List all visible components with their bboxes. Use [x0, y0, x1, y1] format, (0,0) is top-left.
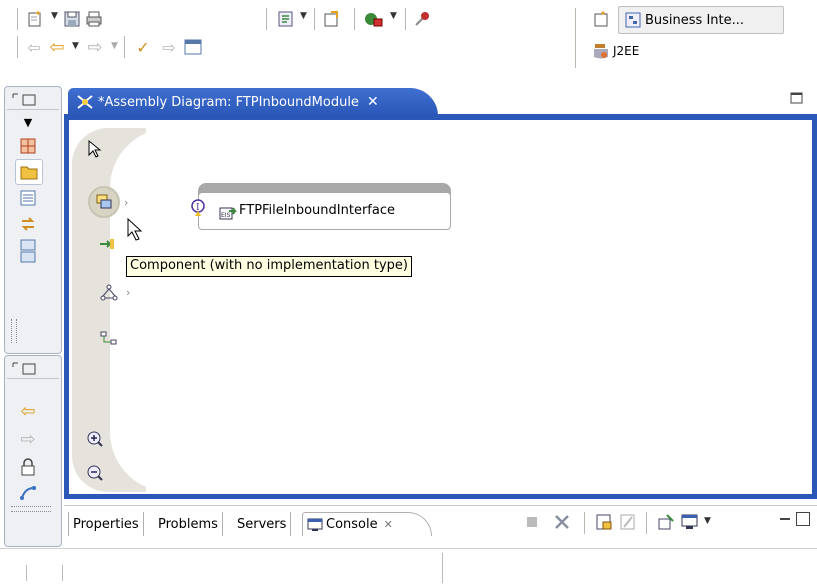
business-integration-perspective-icon	[625, 12, 641, 28]
export-icon[interactable]	[322, 8, 342, 30]
back-arrow-icon[interactable]: ⇦	[46, 36, 68, 58]
selection-tool-icon[interactable]	[82, 136, 108, 162]
toolbar-separator	[354, 8, 355, 30]
toolbar-separator	[314, 8, 315, 30]
status-separator	[26, 565, 27, 581]
resize-handle[interactable]	[11, 506, 51, 512]
last-edit-icon[interactable]: ✓	[132, 36, 154, 58]
chevron-down-icon[interactable]: ▼	[390, 11, 397, 21]
close-icon[interactable]: ✕	[367, 94, 379, 110]
chevron-right-icon[interactable]: ›	[126, 286, 130, 299]
assembly-diagram-icon	[76, 94, 94, 110]
tab-console[interactable]: Console ✕	[302, 512, 432, 536]
link-icon[interactable]	[17, 482, 39, 504]
console-icon	[307, 518, 323, 532]
new-wizard-icon[interactable]	[26, 8, 46, 30]
perspective-business-integration[interactable]: Business Inte...	[618, 6, 784, 34]
minimize-icon[interactable]	[780, 518, 790, 520]
toolbar-separator	[584, 512, 585, 534]
lock-icon[interactable]	[17, 456, 39, 478]
tab-label: Problems	[158, 516, 218, 532]
maximize-icon[interactable]	[796, 512, 810, 526]
tab-label: Console	[326, 517, 378, 532]
editor-tab-assembly-diagram[interactable]: *Assembly Diagram: FTPInboundModule ✕	[68, 88, 438, 116]
chevron-down-icon[interactable]: ▼	[300, 11, 307, 21]
properties-view-icon[interactable]	[17, 187, 39, 209]
editor-bottom-border	[64, 494, 817, 499]
perspective-label: Business Inte...	[645, 12, 745, 28]
toolbar-separator	[124, 36, 125, 58]
display-console-icon[interactable]	[680, 512, 700, 532]
palette-curve	[110, 128, 190, 492]
navigator-view-icon[interactable]	[15, 159, 43, 185]
resize-handle[interactable]	[11, 319, 17, 343]
import-tool-icon[interactable]	[96, 234, 118, 254]
terminate-icon[interactable]	[524, 514, 540, 530]
server-run-icon[interactable]	[362, 8, 386, 30]
connection-tool-icon[interactable]	[98, 328, 120, 348]
component-ftp-file-inbound-interface[interactable]: I EIS FTPFileInboundInterface	[191, 192, 451, 230]
component-tool-button[interactable]	[88, 186, 120, 218]
palette-tooltip: Component (with no implementation type)	[126, 256, 412, 277]
wire-tool-icon[interactable]	[98, 282, 120, 304]
close-icon[interactable]: ✕	[384, 518, 393, 531]
maximize-icon[interactable]	[790, 92, 804, 106]
toolbar-separator	[405, 8, 406, 30]
run-config-icon[interactable]	[276, 8, 296, 30]
scroll-lock-icon[interactable]	[594, 512, 614, 532]
tab-label: Servers	[237, 516, 287, 532]
perspective-label: J2EE	[613, 44, 640, 58]
restore-icon[interactable]	[7, 360, 59, 379]
main-toolbar: ▼ ▼ ▼ ⇦ ⇦ ▼ ⇨ ▼ ✓ ⇨ Business Inte... J2E…	[0, 0, 817, 86]
show-view-icon[interactable]	[182, 36, 204, 58]
minimized-views-icon[interactable]	[17, 237, 39, 267]
tab-problems[interactable]: Problems	[154, 512, 223, 536]
tab-properties[interactable]: Properties	[68, 512, 144, 536]
zoom-out-icon[interactable]	[84, 462, 106, 484]
svg-text:EIS: EIS	[221, 212, 231, 219]
chevron-down-icon[interactable]: ▼	[72, 41, 79, 51]
component-label: FTPFileInboundInterface	[239, 203, 395, 218]
pin-console-icon[interactable]	[656, 512, 676, 532]
view-menu-icon[interactable]: ▼	[17, 113, 39, 131]
restore-icon[interactable]	[7, 91, 59, 110]
tab-label: Properties	[73, 516, 139, 532]
chevron-down-icon[interactable]: ▼	[111, 41, 118, 51]
chevron-down-icon[interactable]: ▼	[51, 11, 58, 21]
left-fast-view-bar: ▼	[4, 86, 62, 354]
tab-servers[interactable]: Servers	[233, 512, 292, 536]
status-separator	[62, 565, 63, 581]
zoom-in-icon[interactable]	[84, 428, 106, 450]
chevron-right-icon[interactable]: ›	[124, 196, 128, 209]
forward-arrow-icon[interactable]: ⇨	[84, 36, 106, 58]
interface-icon: I	[191, 199, 207, 226]
back-history-icon[interactable]: ⇦	[24, 36, 44, 58]
status-separator	[442, 553, 443, 583]
next-edit-icon[interactable]: ⇨	[158, 36, 180, 58]
open-perspective-icon[interactable]	[592, 8, 612, 30]
perspective-j2ee[interactable]: J2EE	[592, 40, 639, 62]
status-bar	[0, 548, 817, 584]
toolbar-separator	[266, 8, 267, 30]
eis-adapter-icon: EIS	[219, 203, 239, 224]
chevron-down-icon[interactable]: ▼	[704, 516, 711, 526]
left-fast-view-bar-2: ⇦ ⇨	[4, 355, 62, 547]
toolbar-separator	[575, 8, 576, 68]
clear-console-icon[interactable]	[618, 512, 638, 532]
save-icon[interactable]	[62, 8, 82, 30]
pin-icon[interactable]	[412, 8, 432, 30]
back-arrow-icon[interactable]: ⇦	[17, 400, 39, 422]
outline-view-icon[interactable]	[17, 135, 39, 157]
mouse-cursor-icon	[127, 217, 143, 245]
toolbar-separator	[17, 36, 18, 58]
toolbar-separator	[17, 8, 18, 30]
remove-launches-icon[interactable]	[552, 512, 572, 532]
sync-view-icon[interactable]	[17, 213, 39, 235]
toolbar-separator	[646, 512, 647, 534]
forward-arrow-icon[interactable]: ⇨	[17, 428, 39, 450]
print-icon[interactable]	[84, 8, 104, 30]
editor-tab-title: *Assembly Diagram: FTPInboundModule	[98, 94, 359, 110]
j2ee-perspective-icon	[592, 42, 610, 60]
